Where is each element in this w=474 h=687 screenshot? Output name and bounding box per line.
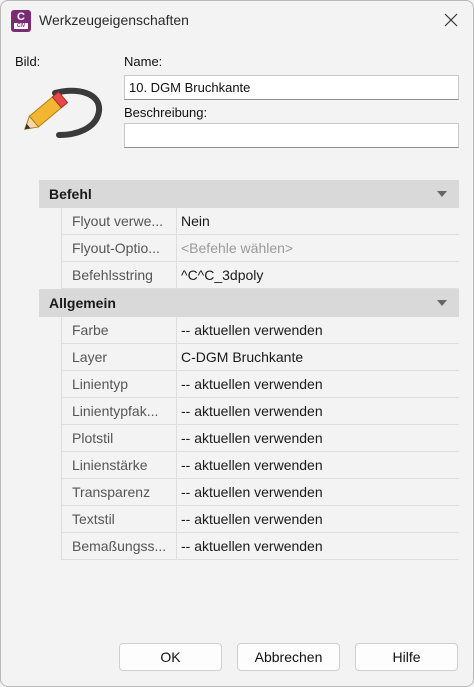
- property-row-plotstil[interactable]: Plotstil -- aktuellen verwenden: [62, 425, 459, 452]
- properties-panel: Befehl Flyout verwe... Nein Flyout-Optio…: [39, 180, 459, 560]
- property-row-layer[interactable]: Layer C-DGM Bruchkante: [62, 344, 459, 371]
- description-input[interactable]: [124, 123, 459, 148]
- section-befehl-header[interactable]: Befehl: [39, 180, 459, 208]
- ok-button[interactable]: OK: [119, 643, 222, 671]
- tool-properties-dialog: C CIV Werkzeugeigenschaften Bild: Name: …: [0, 0, 474, 687]
- property-row-flyout-optionen[interactable]: Flyout-Optio... <Befehle wählen>: [62, 235, 459, 262]
- property-row-farbe[interactable]: Farbe -- aktuellen verwenden: [62, 317, 459, 344]
- civil3d-app-icon: C CIV: [11, 10, 31, 32]
- window-title: Werkzeugeigenschaften: [39, 12, 189, 28]
- close-button[interactable]: [435, 5, 467, 35]
- section-allgemein-header[interactable]: Allgemein: [39, 289, 459, 317]
- section-befehl-rows: Flyout verwe... Nein Flyout-Optio... <Be…: [61, 208, 459, 289]
- section-allgemein-rows: Farbe -- aktuellen verwenden Layer C-DGM…: [61, 317, 459, 560]
- property-row-flyout-verwenden[interactable]: Flyout verwe... Nein: [62, 208, 459, 235]
- collapse-chevron-icon: [437, 300, 447, 306]
- property-row-transparenz[interactable]: Transparenz -- aktuellen verwenden: [62, 479, 459, 506]
- image-label: Bild:: [15, 54, 41, 69]
- property-row-bemassungsstil[interactable]: Bemaßungss... -- aktuellen verwenden: [62, 533, 459, 560]
- property-row-textstil[interactable]: Textstil -- aktuellen verwenden: [62, 506, 459, 533]
- description-label: Beschreibung:: [124, 105, 208, 120]
- tool-image[interactable]: [15, 85, 103, 143]
- property-row-befehlsstring[interactable]: Befehlsstring ^C^C_3dpoly: [62, 262, 459, 289]
- property-row-linienstaerke[interactable]: Linienstärke -- aktuellen verwenden: [62, 452, 459, 479]
- close-icon: [444, 13, 458, 27]
- property-row-linientyp[interactable]: Linientyp -- aktuellen verwenden: [62, 371, 459, 398]
- property-row-linientypfaktor[interactable]: Linientypfak... -- aktuellen verwenden: [62, 398, 459, 425]
- collapse-chevron-icon: [437, 191, 447, 197]
- help-button[interactable]: Hilfe: [355, 643, 458, 671]
- polyline-pencil-icon: [23, 87, 103, 138]
- name-label: Name:: [124, 54, 163, 69]
- cancel-button[interactable]: Abbrechen: [237, 643, 340, 671]
- name-input[interactable]: [124, 75, 459, 100]
- title-bar: C CIV Werkzeugeigenschaften: [1, 1, 473, 39]
